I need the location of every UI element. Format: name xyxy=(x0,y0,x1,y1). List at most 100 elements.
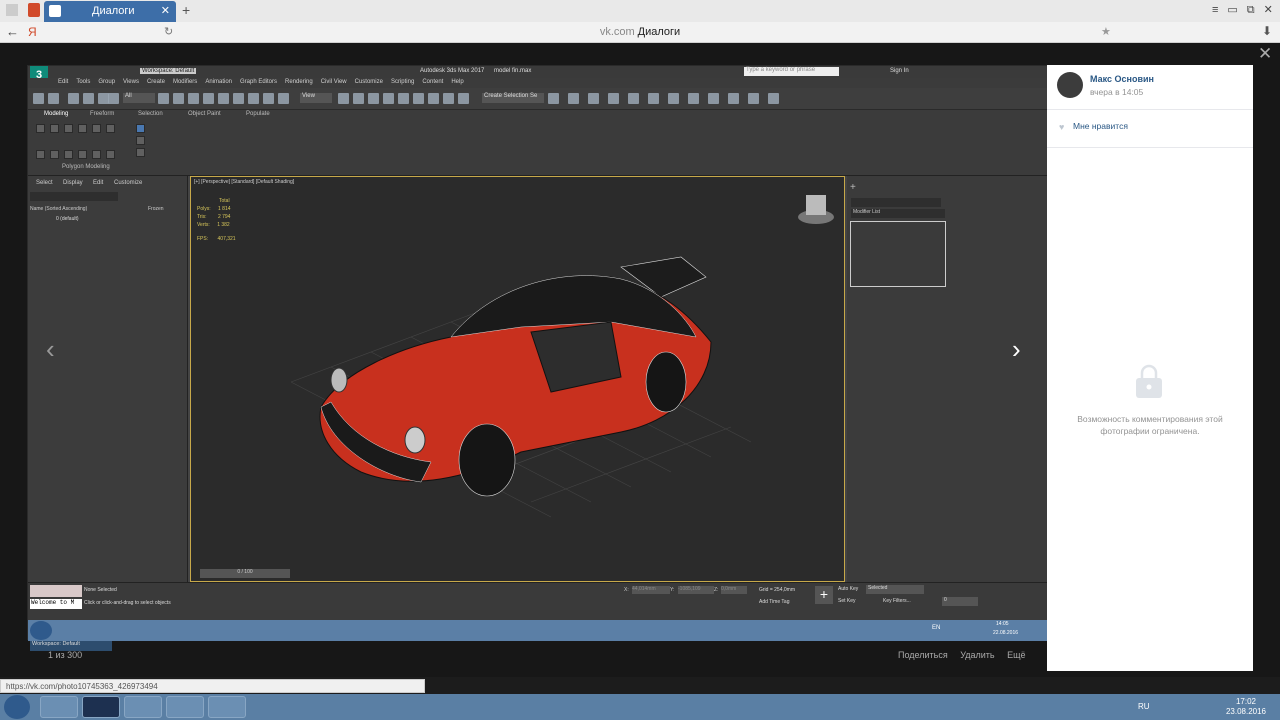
new-tab-icon[interactable]: + xyxy=(182,2,190,18)
toolbar-tool-icon[interactable] xyxy=(33,93,44,104)
toolbar-tool-icon[interactable] xyxy=(588,93,599,104)
yandex-logo-icon[interactable] xyxy=(28,3,40,17)
maxscript-listener[interactable] xyxy=(30,585,82,597)
ribbon-tab-object-paint[interactable]: Object Paint xyxy=(188,111,221,117)
toolbar-tool-icon[interactable] xyxy=(48,93,59,104)
scene-col-frozen[interactable]: Frozen xyxy=(148,206,164,212)
menu-help[interactable]: Help xyxy=(451,79,463,85)
key-mode-select[interactable]: Selected xyxy=(866,585,924,594)
skype-taskbar-icon[interactable] xyxy=(124,696,162,718)
toolbar-tool-icon[interactable] xyxy=(188,93,199,104)
menu-group[interactable]: Group xyxy=(98,79,115,85)
ribbon-tab-modeling[interactable]: Modeling xyxy=(44,111,68,117)
ribbon-button[interactable] xyxy=(136,124,145,133)
coord-y-field[interactable]: -1085,109 xyxy=(678,586,714,594)
download-icon[interactable]: ⬇ xyxy=(1262,24,1272,38)
toolbar-tool-icon[interactable] xyxy=(263,93,274,104)
toolbar-tool-icon[interactable] xyxy=(688,93,699,104)
toolbar-tool-icon[interactable] xyxy=(338,93,349,104)
time-slider[interactable]: 0 / 100 xyxy=(200,569,290,578)
toolbar-tool-icon[interactable] xyxy=(648,93,659,104)
close-viewer-icon[interactable]: ✕ xyxy=(1258,44,1272,64)
ribbon-tab-freeform[interactable]: Freeform xyxy=(90,111,114,117)
toolbar-tool-icon[interactable] xyxy=(608,93,619,104)
sign-in-link[interactable]: Sign In xyxy=(890,68,909,74)
viewcube-icon[interactable] xyxy=(798,195,834,224)
scene-menu-display[interactable]: Display xyxy=(63,180,83,186)
toolbar-tool-icon[interactable] xyxy=(83,93,94,104)
next-photo-icon[interactable]: › xyxy=(1012,334,1021,365)
menu-edit[interactable]: Edit xyxy=(58,79,68,85)
add-key-icon[interactable]: + xyxy=(815,586,833,604)
start-button-icon[interactable] xyxy=(4,695,30,719)
toolbar-tool-icon[interactable] xyxy=(68,93,79,104)
scene-item-layer[interactable]: 0 (default) xyxy=(56,216,79,222)
ribbon-button[interactable] xyxy=(64,124,73,133)
bookmark-star-icon[interactable]: ★ xyxy=(1101,25,1111,38)
toolbar-tool-icon[interactable] xyxy=(458,93,469,104)
ribbon-button[interactable] xyxy=(92,150,101,159)
post-time[interactable]: вчера в 14:05 xyxy=(1090,87,1143,97)
ribbon-button[interactable] xyxy=(78,124,87,133)
menu-tools[interactable]: Tools xyxy=(76,79,90,85)
ribbon-button[interactable] xyxy=(78,150,87,159)
ribbon-button[interactable] xyxy=(106,150,115,159)
toolbar-tool-icon[interactable] xyxy=(108,93,119,104)
workspace-select[interactable]: Workspace: Default xyxy=(140,68,197,74)
ribbon-tab-populate[interactable]: Populate xyxy=(246,111,270,117)
selection-filter-select[interactable]: All xyxy=(123,93,155,103)
perspective-viewport[interactable]: [+] [Perspective] [Standard] [Default Sh… xyxy=(190,176,845,582)
toolbar-tool-icon[interactable] xyxy=(668,93,679,104)
menu-rendering[interactable]: Rendering xyxy=(285,79,313,85)
toolbar-tool-icon[interactable] xyxy=(383,93,394,104)
frame-field[interactable]: 0 xyxy=(942,597,978,606)
address-bar[interactable]: ← Я ↻ vk.com Диалоги ★ ⬇ xyxy=(0,22,1280,43)
coord-x-field[interactable]: 44,014mm xyxy=(632,586,670,594)
modifier-stack[interactable] xyxy=(850,221,946,287)
toolbar-tool-icon[interactable] xyxy=(728,93,739,104)
ribbon-button[interactable] xyxy=(36,150,45,159)
welcome-box[interactable]: Welcome to M xyxy=(30,599,82,609)
object-name-input[interactable] xyxy=(851,198,941,207)
toolbar-tool-icon[interactable] xyxy=(248,93,259,104)
create-selection-set-select[interactable]: Create Selection Se xyxy=(482,93,544,103)
share-link[interactable]: Поделиться xyxy=(898,650,948,660)
delete-link[interactable]: Удалить xyxy=(960,650,994,660)
ribbon-tab-selection[interactable]: Selection xyxy=(138,111,163,117)
ribbon-button[interactable] xyxy=(50,124,59,133)
photo-3dsmax[interactable]: 3 Workspace: Default Autodesk 3ds Max 20… xyxy=(27,65,1048,651)
toolbar-tool-icon[interactable] xyxy=(413,93,424,104)
toolbar-tool-icon[interactable] xyxy=(568,93,579,104)
ribbon-button[interactable] xyxy=(50,150,59,159)
author-avatar[interactable] xyxy=(1057,72,1083,98)
auto-key-button[interactable]: Auto Key xyxy=(838,586,858,592)
photoshop-taskbar-icon[interactable] xyxy=(82,696,120,718)
toolbar-tool-icon[interactable] xyxy=(548,93,559,104)
url-text[interactable]: vk.com Диалоги xyxy=(0,26,1280,38)
tab-close-icon[interactable]: ✕ xyxy=(161,4,170,17)
ribbon-group-label[interactable]: Polygon Modeling xyxy=(62,164,110,170)
toolbar-tool-icon[interactable] xyxy=(203,93,214,104)
menu-animation[interactable]: Animation xyxy=(205,79,232,85)
explorer-taskbar-icon[interactable] xyxy=(40,696,78,718)
toolbar-tool-icon[interactable] xyxy=(158,93,169,104)
create-tab-icon[interactable]: + xyxy=(850,182,856,193)
ribbon-button[interactable] xyxy=(36,124,45,133)
system-clock[interactable]: 17:02 23.08.2016 xyxy=(1218,697,1274,717)
add-time-tag[interactable]: Add Time Tag xyxy=(759,599,789,605)
menu-create[interactable]: Create xyxy=(147,79,165,85)
toolbar-tool-icon[interactable] xyxy=(708,93,719,104)
ribbon-button[interactable] xyxy=(64,150,73,159)
toolbar-tool-icon[interactable] xyxy=(428,93,439,104)
menu-civil-view[interactable]: Civil View xyxy=(321,79,347,85)
toolbar-tool-icon[interactable] xyxy=(353,93,364,104)
menu-graph-editors[interactable]: Graph Editors xyxy=(240,79,277,85)
toolbar-tool-icon[interactable] xyxy=(768,93,779,104)
modifier-list-select[interactable]: Modifier List xyxy=(851,209,945,218)
ribbon-button[interactable] xyxy=(136,136,145,145)
keyword-search-input[interactable]: Type a keyword or phrase xyxy=(744,67,839,76)
inner-start-icon[interactable] xyxy=(30,621,52,640)
discord-taskbar-icon[interactable] xyxy=(208,696,246,718)
menu-modifiers[interactable]: Modifiers xyxy=(173,79,197,85)
more-link[interactable]: Ещё xyxy=(1007,650,1025,660)
